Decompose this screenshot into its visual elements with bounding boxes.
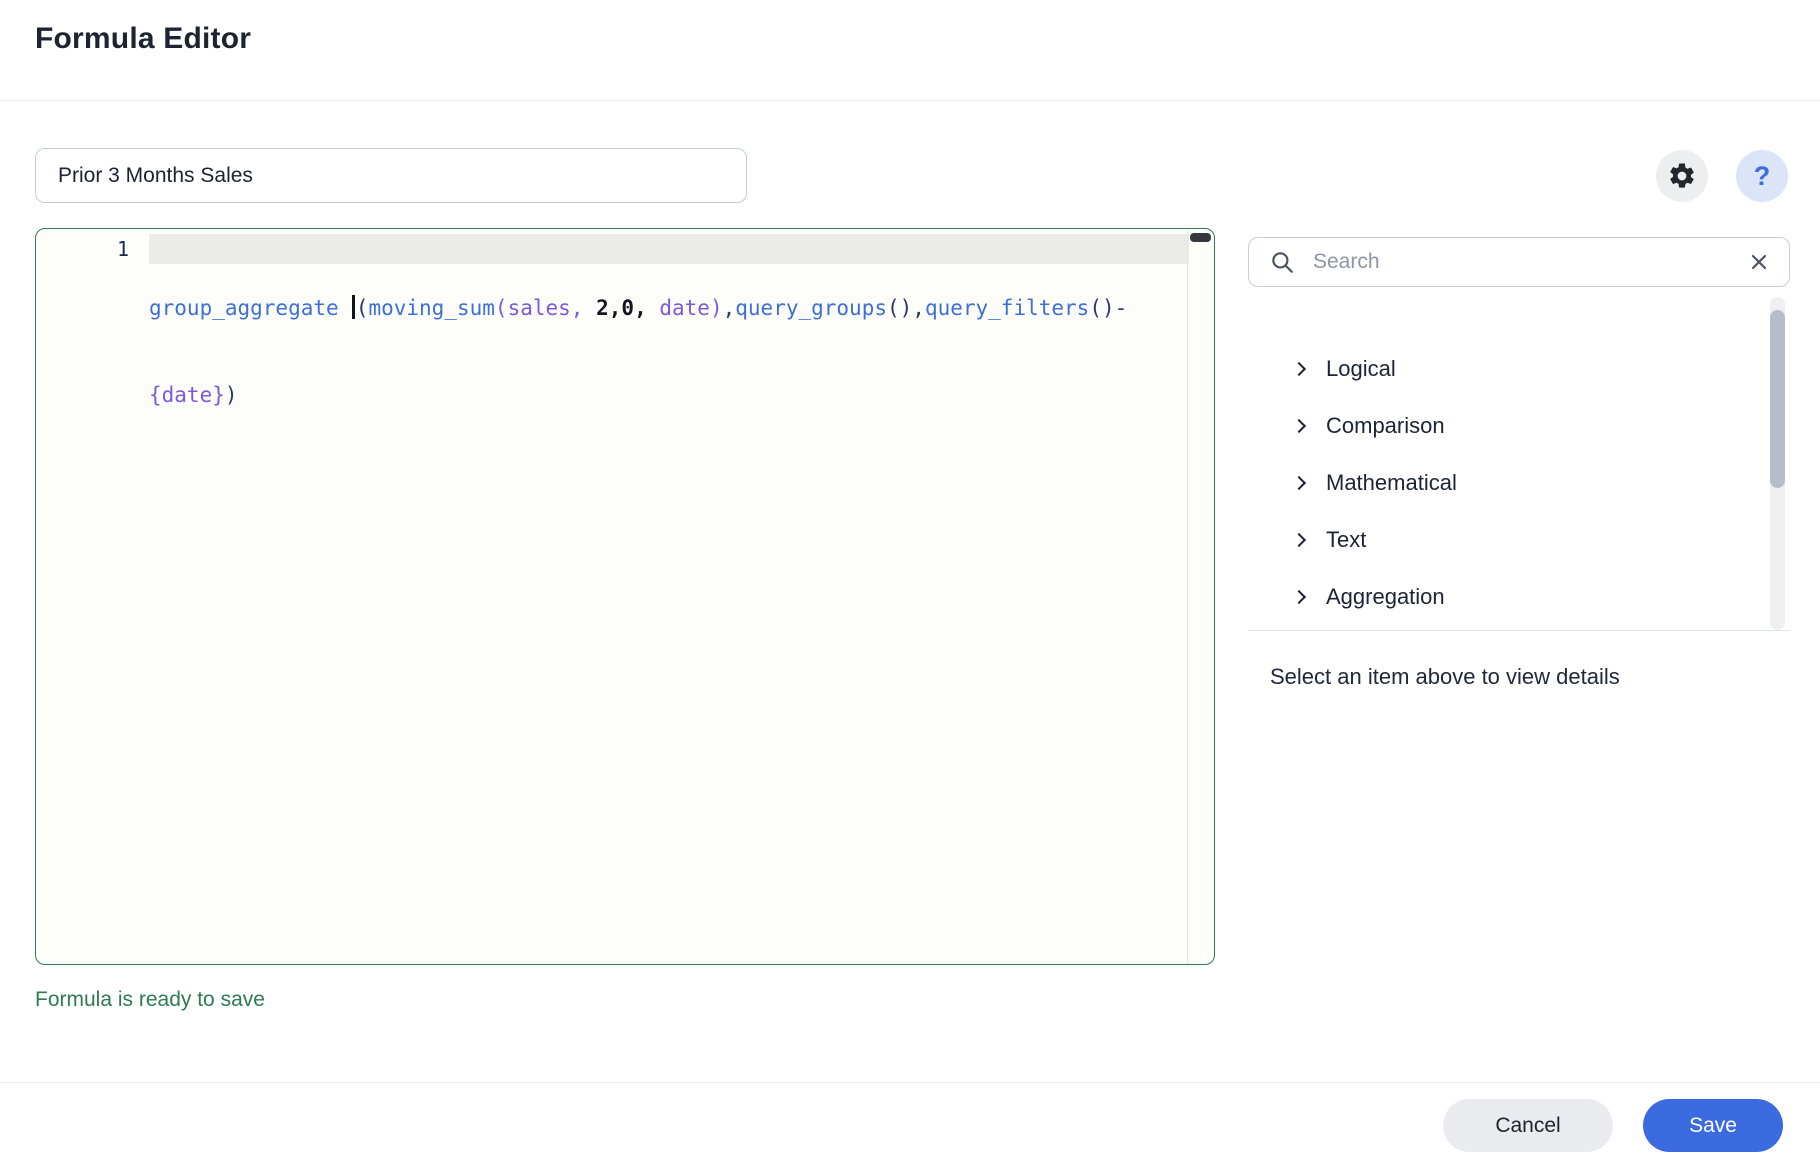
line-number: 1 [117, 237, 129, 261]
sidebar-scrollbar-thumb[interactable] [1770, 310, 1785, 488]
chevron-right-icon [1292, 418, 1306, 432]
category-label: Aggregation [1326, 584, 1445, 610]
clear-search-button[interactable] [1749, 252, 1769, 272]
header-divider [0, 100, 1820, 101]
sidebar-divider [1248, 630, 1790, 631]
close-icon [1749, 252, 1769, 272]
line-number-gutter: 1 [36, 229, 149, 964]
sidebar-scrollbar-track[interactable] [1770, 297, 1785, 630]
editor-scrollbar-track [1187, 229, 1188, 964]
chevron-right-icon [1292, 475, 1306, 489]
search-input[interactable] [1313, 250, 1749, 274]
page-title: Formula Editor [35, 22, 251, 56]
category-label: Comparison [1326, 413, 1445, 439]
category-label: Text [1326, 527, 1366, 553]
editor-scrollbar-thumb[interactable] [1190, 233, 1211, 242]
gear-icon [1667, 161, 1697, 191]
category-label: Logical [1326, 356, 1396, 382]
code-line: {date}) [149, 381, 1189, 410]
code-area[interactable]: group_aggregate (moving_sum(sales, 2,0, … [149, 236, 1189, 468]
settings-button[interactable] [1656, 150, 1708, 202]
formula-name-input[interactable] [35, 148, 747, 203]
cancel-button[interactable]: Cancel [1443, 1099, 1613, 1152]
formula-editor-dialog: Formula Editor ? 1 group_aggregate (movi… [0, 0, 1820, 1172]
formula-code-editor[interactable]: 1 group_aggregate (moving_sum(sales, 2,0… [35, 228, 1215, 965]
chevron-right-icon [1292, 361, 1306, 375]
save-button[interactable]: Save [1643, 1099, 1783, 1152]
category-item-comparison[interactable]: Comparison [1248, 397, 1768, 454]
category-label: Mathematical [1326, 470, 1457, 496]
status-message: Formula is ready to save [35, 988, 265, 1012]
category-item-logical[interactable]: Logical [1248, 340, 1768, 397]
function-search-box [1248, 237, 1790, 287]
category-item-aggregation[interactable]: Aggregation [1248, 568, 1768, 625]
text-cursor [352, 295, 355, 319]
chevron-right-icon [1292, 532, 1306, 546]
function-category-list: Logical Comparison Mathematical Text Agg… [1248, 340, 1768, 625]
details-hint-text: Select an item above to view details [1270, 664, 1620, 690]
category-item-mathematical[interactable]: Mathematical [1248, 454, 1768, 511]
footer-divider [0, 1082, 1820, 1083]
question-mark-icon: ? [1754, 161, 1771, 192]
code-line: group_aggregate (moving_sum(sales, 2,0, … [149, 294, 1189, 323]
chevron-right-icon [1292, 589, 1306, 603]
magnifier-icon [1269, 249, 1295, 275]
category-item-text[interactable]: Text [1248, 511, 1768, 568]
help-button[interactable]: ? [1736, 150, 1788, 202]
